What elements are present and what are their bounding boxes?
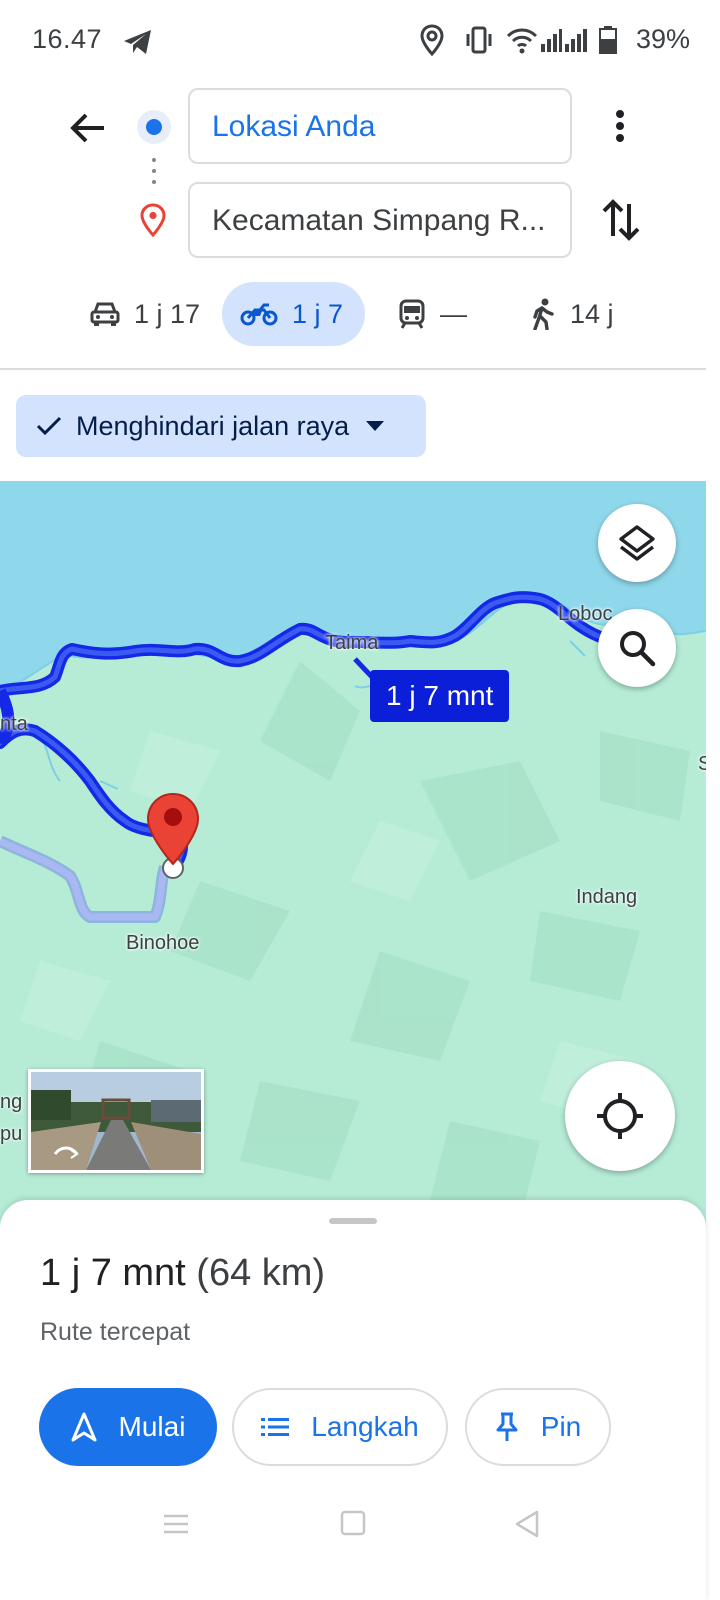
transit-icon [399, 299, 425, 329]
motorcycle-icon [240, 303, 278, 326]
avoid-highways-chip[interactable]: Menghindari jalan raya [16, 395, 426, 457]
route-summary: 1 j 7 mnt (64 km) [40, 1252, 325, 1295]
list-icon [261, 1418, 290, 1436]
street-view-image [31, 1072, 201, 1170]
layers-button[interactable] [598, 504, 676, 582]
steps-button-label: Langkah [311, 1411, 419, 1442]
mode-motorcycle-label: 1 j 7 [292, 298, 344, 329]
street-view-thumbnail[interactable] [28, 1069, 204, 1173]
telegram-icon [124, 30, 151, 54]
swap-icon[interactable] [600, 196, 642, 244]
route-subtitle: Rute tercepat [40, 1318, 191, 1346]
walk-icon [533, 298, 554, 330]
pin-button[interactable]: Pin [465, 1388, 611, 1466]
origin-dot-icon [137, 110, 171, 144]
travel-modes: 1 j 17 1 j 7 — 14 j [0, 282, 720, 346]
mode-walk-label: 14 j [570, 298, 614, 329]
mode-car[interactable]: 1 j 17 [90, 282, 200, 346]
search-icon [620, 631, 656, 667]
destination-marker-icon [146, 792, 200, 866]
home-icon[interactable] [340, 1510, 366, 1536]
back-icon[interactable] [514, 1510, 540, 1538]
mode-walk[interactable]: 14 j [530, 282, 614, 346]
place-label: Loboc [558, 603, 613, 625]
navigation-arrow-icon [71, 1412, 97, 1442]
status-time: 16.47 [32, 24, 103, 54]
destination-pin-icon [140, 203, 166, 237]
origin-input[interactable]: Lokasi Anda [188, 88, 572, 164]
crosshair-icon [597, 1093, 643, 1139]
my-location-button[interactable] [565, 1061, 675, 1171]
avoid-highways-label: Menghindari jalan raya [76, 410, 350, 441]
place-label: pu [0, 1123, 23, 1145]
place-label: Indang [576, 886, 638, 908]
battery-icon [599, 26, 617, 54]
place-label: S [698, 753, 706, 775]
place-label: ng [0, 1091, 23, 1113]
mode-transit-label: — [440, 298, 467, 329]
more-options-icon[interactable] [606, 104, 634, 148]
signal-icon [541, 29, 562, 52]
battery-percent: 39% [636, 24, 691, 54]
start-button-label: Mulai [118, 1411, 186, 1442]
signal-icon [565, 29, 587, 52]
start-button[interactable]: Mulai [39, 1388, 217, 1466]
vibrate-icon [466, 26, 492, 54]
menu-icon[interactable] [162, 1510, 190, 1538]
pin-button-label: Pin [540, 1411, 582, 1442]
search-along-route-button[interactable] [598, 609, 676, 687]
mode-motorcycle[interactable]: 1 j 7 [222, 282, 366, 346]
place-label: Binohoe [126, 932, 200, 954]
layers-icon [619, 525, 655, 561]
chevron-down-icon [366, 421, 385, 431]
route-dots [151, 158, 157, 192]
back-arrow-icon[interactable] [66, 106, 110, 150]
mode-car-label: 1 j 17 [134, 298, 201, 329]
drag-handle[interactable] [329, 1218, 377, 1224]
route-duration: 1 j 7 mnt [40, 1252, 186, 1294]
steps-button[interactable]: Langkah [232, 1388, 448, 1466]
mode-transit[interactable]: — [398, 282, 467, 346]
status-bar: 16.47 39% [0, 0, 720, 80]
place-label: Taima [325, 632, 379, 654]
location-icon [420, 24, 444, 56]
destination-input[interactable]: Kecamatan Simpang R... [188, 182, 572, 258]
map-view[interactable]: Taima Loboc nta Binohoe Indang S ng pu 1… [0, 481, 706, 1241]
route-distance: (64 km) [196, 1252, 326, 1294]
route-eta-label[interactable]: 1 j 7 mnt [370, 670, 510, 722]
place-label: nta [0, 713, 28, 735]
car-icon [90, 302, 120, 326]
wifi-icon [506, 28, 538, 54]
system-nav-bar [0, 1496, 706, 1556]
check-icon [36, 416, 62, 436]
header-divider [0, 368, 706, 370]
pin-icon [496, 1412, 518, 1441]
